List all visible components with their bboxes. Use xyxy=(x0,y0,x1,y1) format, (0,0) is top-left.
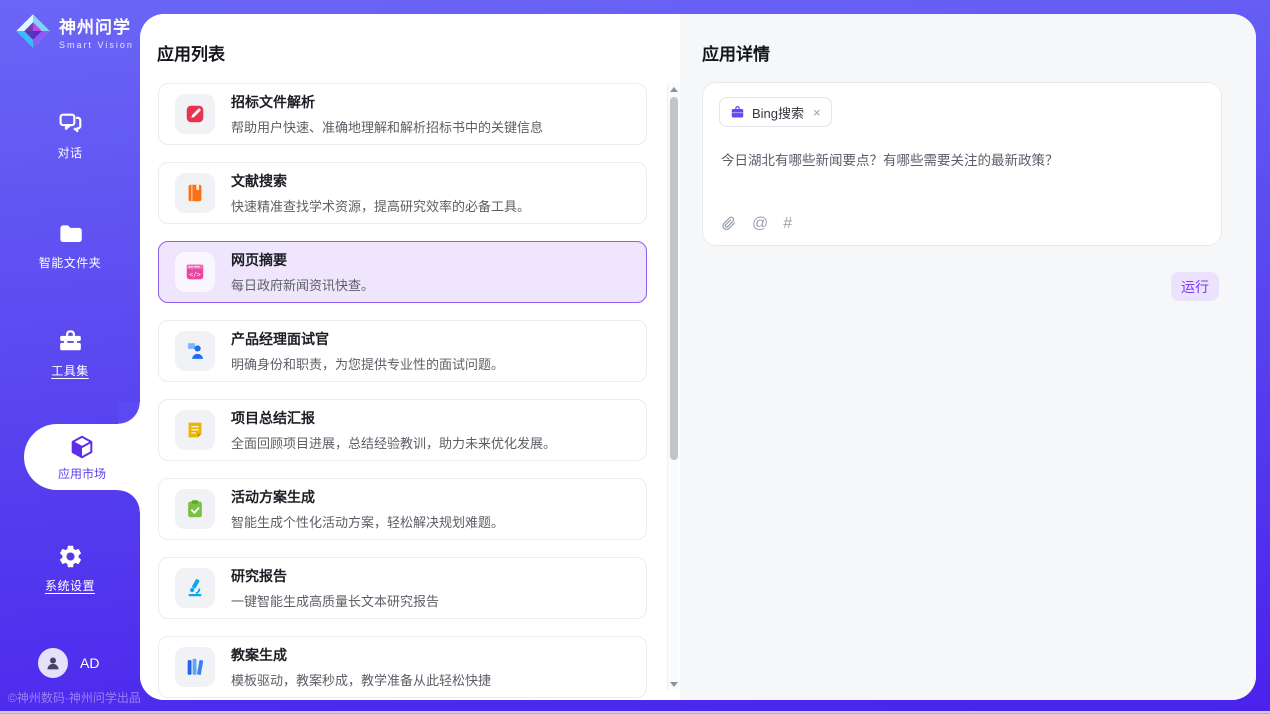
scroll-up-icon[interactable] xyxy=(668,83,680,95)
app-card-desc: 模板驱动，教案秒成，教学准备从此轻松快捷 xyxy=(231,670,491,689)
hash-icon[interactable]: # xyxy=(783,216,792,232)
svg-text:</>: </> xyxy=(189,271,201,279)
chat-icon xyxy=(57,110,84,137)
sidebar-item-app-market[interactable]: 应用市场 xyxy=(24,424,140,490)
copyright-footer: ©神州数码·神州问学出品 xyxy=(8,689,141,706)
sidebar-item-label: 应用市场 xyxy=(58,465,106,482)
app-card-text: 项目总结汇报 全面回顾项目进展，总结经验教训，助力未来优化发展。 xyxy=(231,408,556,452)
composer-card: Bing搜索 × 今日湖北有哪些新闻要点？有哪些需要关注的最新政策？ @ # xyxy=(702,82,1222,246)
cube-icon xyxy=(68,433,96,461)
app-card-project-summary[interactable]: 项目总结汇报 全面回顾项目进展，总结经验教训，助力未来优化发展。 xyxy=(158,399,647,461)
app-card-desc: 全面回顾项目进展，总结经验教训，助力未来优化发展。 xyxy=(231,433,556,452)
query-text[interactable]: 今日湖北有哪些新闻要点？有哪些需要关注的最新政策？ xyxy=(721,151,1203,171)
folder-icon xyxy=(57,220,84,247)
sidebar-item-settings[interactable]: 系统设置 xyxy=(0,543,140,594)
brand-name: 神州问学 xyxy=(59,13,134,38)
app-card-desc: 快速精准查找学术资源，提高研究效率的必备工具。 xyxy=(231,196,530,215)
scroll-down-icon[interactable] xyxy=(668,678,680,690)
brand-logo: 神州问学 Smart Vision xyxy=(14,12,134,50)
paperclip-icon[interactable] xyxy=(721,215,737,232)
sidebar-item-label: 系统设置 xyxy=(45,577,95,594)
app-window: 神州问学 Smart Vision 对话 智能文件夹 xyxy=(0,0,1270,711)
microscope-icon xyxy=(175,568,215,608)
app-card-web-summary[interactable]: </> 网页摘要 每日政府新闻资讯快查。 xyxy=(158,241,647,303)
app-card-text: 教案生成 模板驱动，教案秒成，教学准备从此轻松快捷 xyxy=(231,645,491,689)
app-card-desc: 每日政府新闻资讯快查。 xyxy=(231,275,374,294)
user-account[interactable]: AD xyxy=(38,648,99,678)
clipboard-check-icon xyxy=(175,489,215,529)
books-icon xyxy=(175,647,215,687)
web-code-icon: </> xyxy=(175,252,215,292)
app-card-desc: 帮助用户快速、准确地理解和解析招标书中的关键信息 xyxy=(231,117,543,136)
brand-tagline: Smart Vision xyxy=(59,40,134,50)
app-card-research-report[interactable]: 研究报告 一键智能生成高质量长文本研究报告 xyxy=(158,557,647,619)
tool-chip-bing-search[interactable]: Bing搜索 × xyxy=(719,97,832,127)
sidebar-item-label: 智能文件夹 xyxy=(39,254,102,271)
toolbox-icon xyxy=(57,328,84,355)
sidebar: 神州问学 Smart Vision 对话 智能文件夹 xyxy=(0,0,140,711)
app-card-text: 活动方案生成 智能生成个性化活动方案，轻松解决规划难题。 xyxy=(231,487,504,531)
interviewer-icon xyxy=(175,331,215,371)
at-icon[interactable]: @ xyxy=(752,216,768,232)
app-card-text: 招标文件解析 帮助用户快速、准确地理解和解析招标书中的关键信息 xyxy=(231,92,543,136)
active-tab-curve-bottom xyxy=(118,490,140,512)
tool-chip-label: Bing搜索 xyxy=(752,103,804,122)
app-detail-title: 应用详情 xyxy=(702,40,770,65)
app-card-title: 活动方案生成 xyxy=(231,487,504,507)
app-card-text: 研究报告 一键智能生成高质量长文本研究报告 xyxy=(231,566,439,610)
app-card-title: 研究报告 xyxy=(231,566,439,586)
chip-close-icon[interactable]: × xyxy=(813,105,821,120)
avatar-person-icon xyxy=(44,654,62,672)
app-card-text: 文献搜索 快速精准查找学术资源，提高研究效率的必备工具。 xyxy=(231,171,530,215)
sidebar-item-toolset[interactable]: 工具集 xyxy=(0,328,140,379)
app-list-title: 应用列表 xyxy=(157,40,225,65)
gear-icon xyxy=(57,543,84,570)
sidebar-item-label: 对话 xyxy=(57,144,82,161)
scrollbar-thumb[interactable] xyxy=(670,97,678,460)
app-card-title: 项目总结汇报 xyxy=(231,408,556,428)
sidebar-item-label: 工具集 xyxy=(51,362,89,379)
briefcase-icon xyxy=(730,105,745,120)
active-tab-curve-top xyxy=(118,402,140,424)
diamond-gem-icon xyxy=(14,12,52,50)
edit-document-icon xyxy=(175,94,215,134)
app-card-title: 产品经理面试官 xyxy=(231,329,504,349)
book-icon xyxy=(175,173,215,213)
user-initials: AD xyxy=(80,655,99,671)
app-card-event-plan[interactable]: 活动方案生成 智能生成个性化活动方案，轻松解决规划难题。 xyxy=(158,478,647,540)
app-card-desc: 智能生成个性化活动方案，轻松解决规划难题。 xyxy=(231,512,504,531)
app-detail-panel: 应用详情 Bing搜索 × 今日湖北有哪些新闻要点？有哪些需要关注的最新政策？ xyxy=(680,14,1256,700)
note-document-icon xyxy=(175,410,215,450)
app-card-title: 教案生成 xyxy=(231,645,491,665)
avatar[interactable] xyxy=(38,648,68,678)
app-card-pm-interviewer[interactable]: 产品经理面试官 明确身份和职责，为您提供专业性的面试问题。 xyxy=(158,320,647,382)
run-button[interactable]: 运行 xyxy=(1171,272,1219,301)
app-card-list: 招标文件解析 帮助用户快速、准确地理解和解析招标书中的关键信息 文献搜索 xyxy=(158,83,647,700)
app-card-title: 招标文件解析 xyxy=(231,92,543,112)
app-card-text: 网页摘要 每日政府新闻资讯快查。 xyxy=(231,250,374,294)
app-card-desc: 明确身份和职责，为您提供专业性的面试问题。 xyxy=(231,354,504,373)
app-card-lesson-plan[interactable]: 教案生成 模板驱动，教案秒成，教学准备从此轻松快捷 xyxy=(158,636,647,698)
sidebar-item-chat[interactable]: 对话 xyxy=(0,110,140,161)
app-card-bid-document-parsing[interactable]: 招标文件解析 帮助用户快速、准确地理解和解析招标书中的关键信息 xyxy=(158,83,647,145)
sidebar-item-smart-folder[interactable]: 智能文件夹 xyxy=(0,220,140,271)
composer-toolbar: @ # xyxy=(721,215,792,232)
app-card-title: 文献搜索 xyxy=(231,171,530,191)
app-card-desc: 一键智能生成高质量长文本研究报告 xyxy=(231,591,439,610)
scrollbar[interactable] xyxy=(667,83,679,690)
content-area: 应用列表 招标文件解析 帮助用户快速、准确地理解和解析招标书中的关键信息 xyxy=(140,14,1256,700)
app-card-text: 产品经理面试官 明确身份和职责，为您提供专业性的面试问题。 xyxy=(231,329,504,373)
app-list-panel: 应用列表 招标文件解析 帮助用户快速、准确地理解和解析招标书中的关键信息 xyxy=(140,14,680,700)
app-card-title: 网页摘要 xyxy=(231,250,374,270)
app-card-literature-search[interactable]: 文献搜索 快速精准查找学术资源，提高研究效率的必备工具。 xyxy=(158,162,647,224)
